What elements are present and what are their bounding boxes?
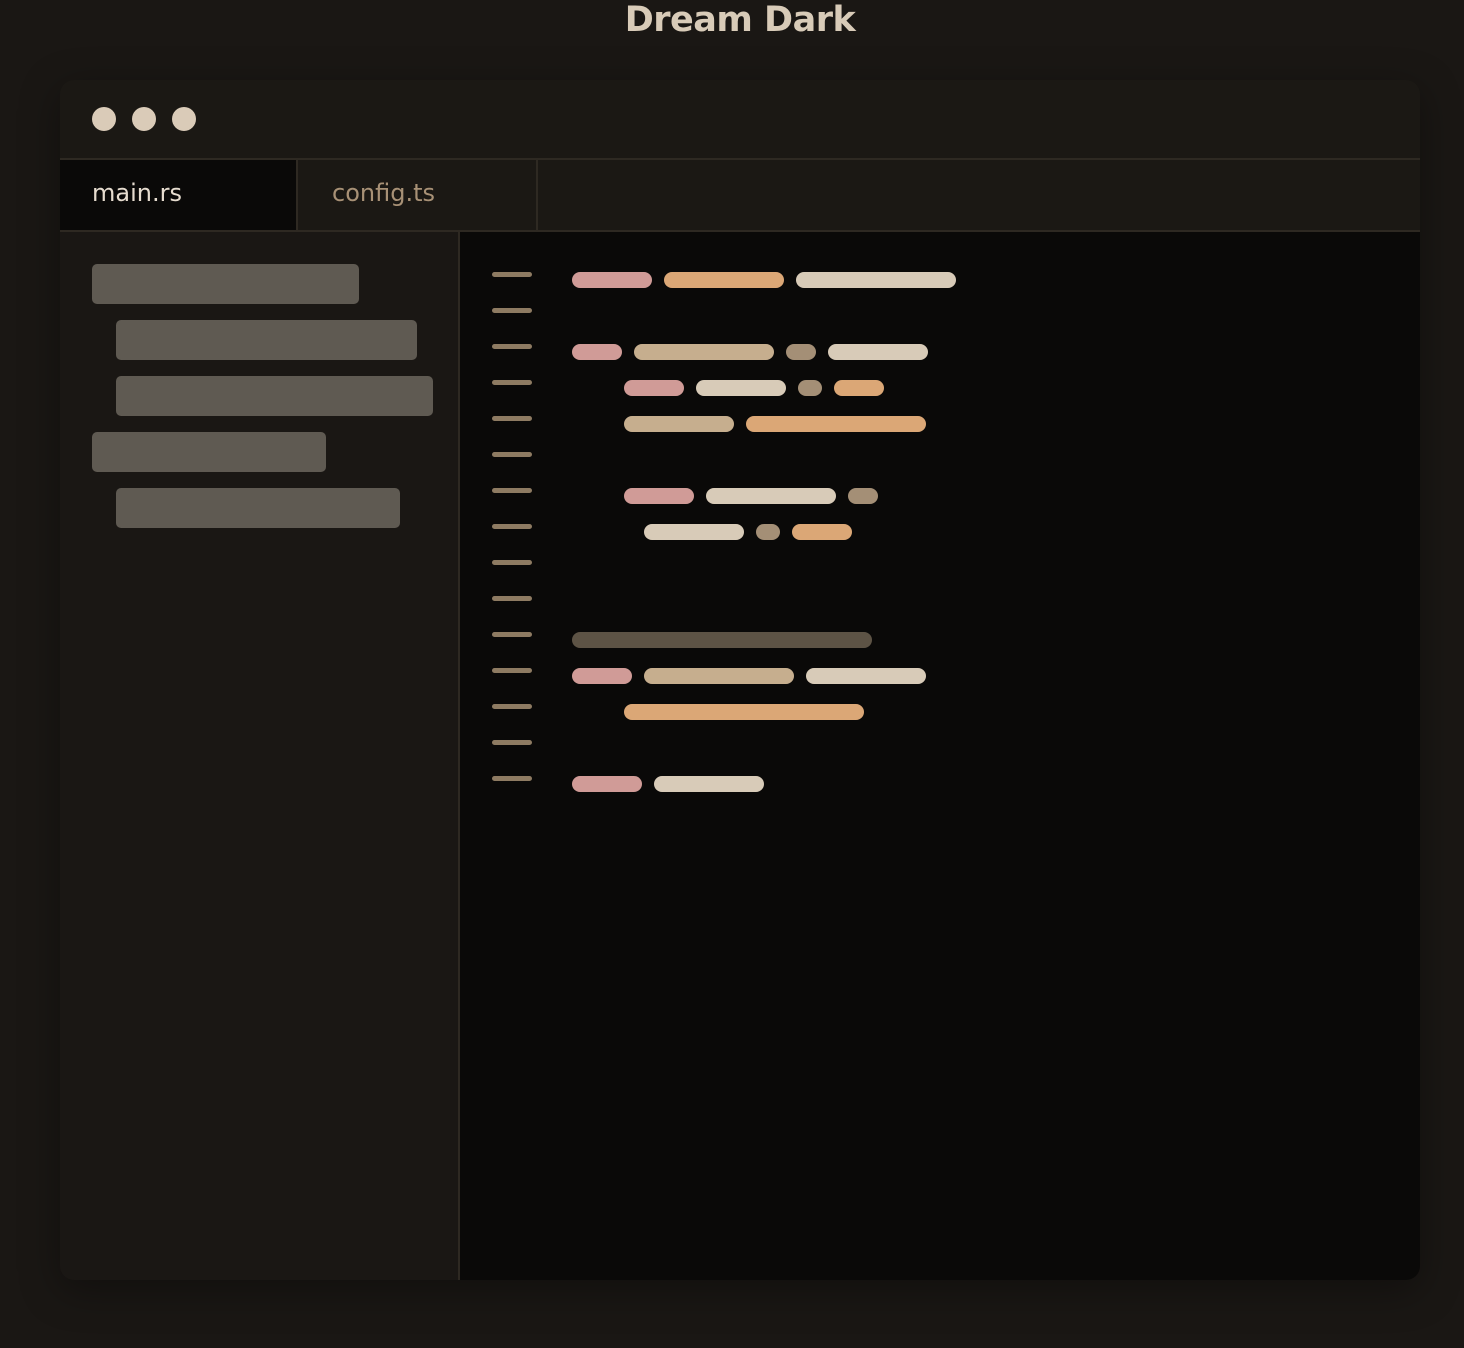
line-number-marker <box>492 452 532 457</box>
code-token-punctuation <box>848 488 878 504</box>
editor-window: main.rs config.ts <box>60 80 1420 1280</box>
tree-item-folder[interactable] <box>92 432 326 472</box>
code-token-identifier <box>796 272 956 288</box>
code-token-punctuation <box>798 380 822 396</box>
code-token-identifier <box>696 380 786 396</box>
code-token-string <box>664 272 784 288</box>
line-number-marker <box>492 416 532 421</box>
code-token-keyword <box>572 272 652 288</box>
code-token-string <box>624 704 864 720</box>
tab-main-rs[interactable]: main.rs <box>60 160 298 230</box>
theme-title: Dream Dark <box>624 0 856 40</box>
code-token-keyword <box>572 344 622 360</box>
code-token-type <box>634 344 774 360</box>
code-token-identifier <box>706 488 836 504</box>
line-number-marker <box>492 668 532 673</box>
tab-config-ts[interactable]: config.ts <box>300 160 538 230</box>
code-token-keyword <box>572 776 642 792</box>
close-button[interactable] <box>92 107 116 131</box>
tab-label: config.ts <box>332 179 435 207</box>
code-token-punctuation <box>786 344 816 360</box>
tab-label: main.rs <box>92 179 182 207</box>
code-token-identifier <box>828 344 928 360</box>
code-token-string <box>746 416 926 432</box>
line-number-marker <box>492 524 532 529</box>
tree-item-file[interactable] <box>116 320 417 360</box>
tree-item-file[interactable] <box>116 488 400 528</box>
line-number-marker <box>492 380 532 385</box>
line-number-marker <box>492 704 532 709</box>
line-number-marker <box>492 560 532 565</box>
code-token-identifier <box>654 776 764 792</box>
line-number-marker <box>492 632 532 637</box>
tree-item-folder[interactable] <box>92 264 359 304</box>
tab-bar: main.rs config.ts <box>60 160 1420 232</box>
code-token-keyword <box>624 488 694 504</box>
line-number-marker <box>492 272 532 277</box>
line-number-marker <box>492 344 532 349</box>
maximize-button[interactable] <box>172 107 196 131</box>
code-token-keyword <box>572 668 632 684</box>
line-number-marker <box>492 740 532 745</box>
code-token-comment <box>572 632 872 648</box>
code-editor[interactable] <box>460 232 1420 1280</box>
code-token-type <box>624 416 734 432</box>
line-number-marker <box>492 488 532 493</box>
code-token-identifier <box>806 668 926 684</box>
tree-item-file[interactable] <box>116 376 433 416</box>
line-number-marker <box>492 776 532 781</box>
line-number-marker <box>492 308 532 313</box>
code-token-punctuation <box>756 524 780 540</box>
line-number-marker <box>492 596 532 601</box>
title-bar <box>60 80 1420 160</box>
code-token-string <box>792 524 852 540</box>
code-token-type <box>644 668 794 684</box>
code-token-string <box>834 380 884 396</box>
minimize-button[interactable] <box>132 107 156 131</box>
code-token-identifier <box>644 524 744 540</box>
code-token-keyword <box>624 380 684 396</box>
file-explorer <box>60 232 460 1280</box>
